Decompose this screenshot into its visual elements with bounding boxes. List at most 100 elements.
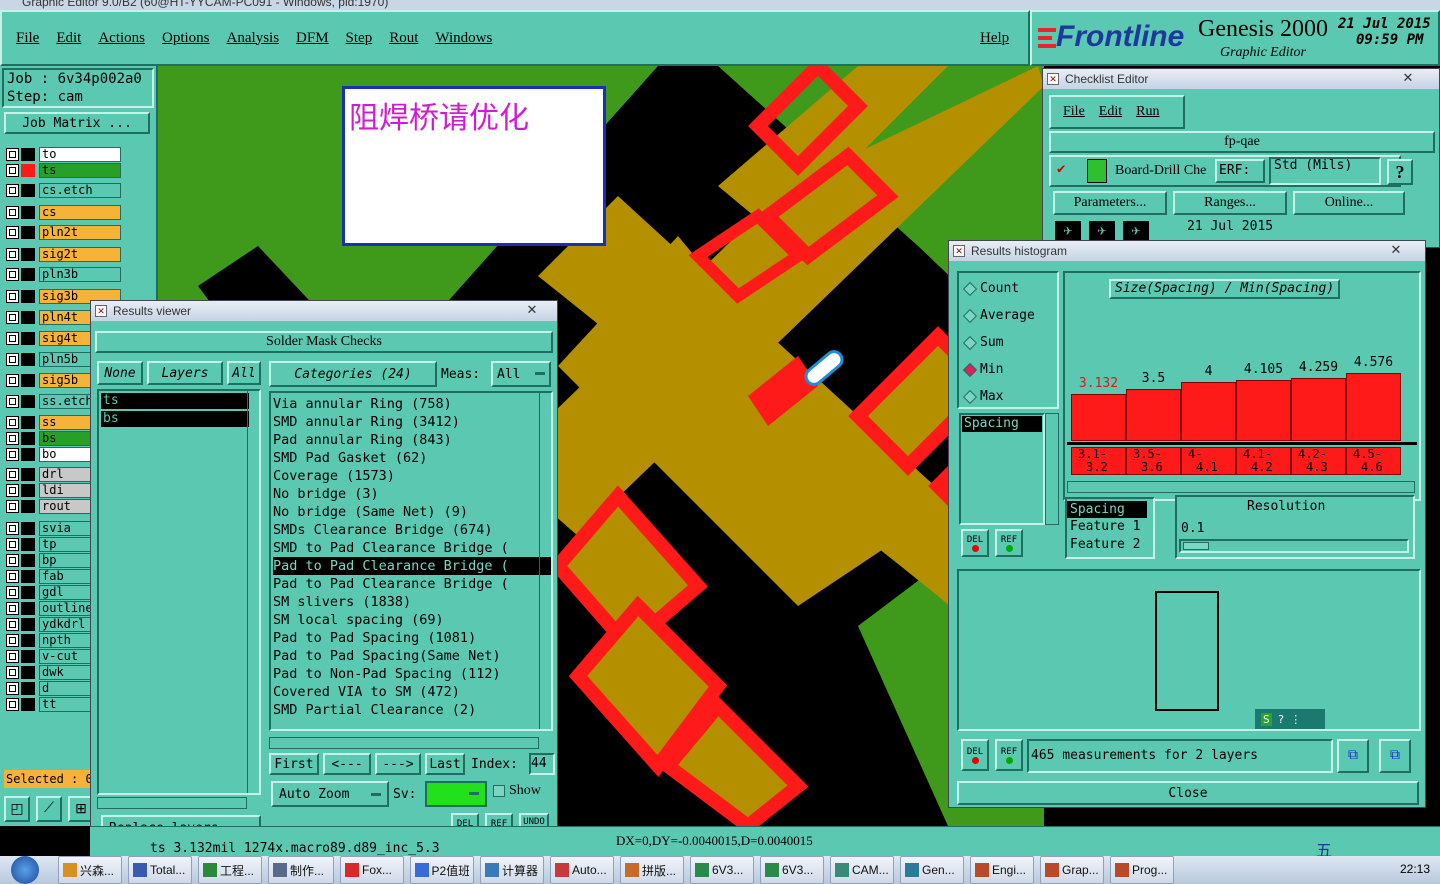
feature-list-feature2[interactable]: Feature 2: [1067, 536, 1153, 554]
status-del-button[interactable]: DEL: [961, 739, 989, 771]
ranges-button[interactable]: Ranges...: [1173, 191, 1287, 215]
category-item[interactable]: Pad to Pad Clearance Bridge (: [273, 575, 551, 593]
menu-dfm[interactable]: DFM: [296, 30, 329, 47]
layer-checkbox[interactable]: [6, 521, 19, 535]
layer-checkbox[interactable]: [6, 553, 19, 567]
layer-color-swatch[interactable]: [21, 569, 35, 583]
layer-checkbox[interactable]: [6, 205, 19, 219]
taskbar-item[interactable]: Prog...: [1110, 856, 1174, 884]
menu-rout[interactable]: Rout: [389, 30, 418, 47]
ime-help-icon[interactable]: ?: [1278, 713, 1285, 726]
layer-checkbox[interactable]: [6, 499, 19, 513]
histogram-bar[interactable]: [1181, 381, 1236, 441]
category-item[interactable]: SMDs Clearance Bridge (674): [273, 521, 551, 539]
histogram-bar[interactable]: [1126, 388, 1181, 441]
taskbar-item[interactable]: 6V3...: [760, 856, 824, 884]
layer-color-swatch[interactable]: [21, 373, 35, 387]
layer-color-swatch[interactable]: [21, 665, 35, 679]
layer-checkbox[interactable]: [6, 394, 19, 408]
menu-file[interactable]: File: [16, 30, 39, 47]
layer-color-swatch[interactable]: [21, 681, 35, 695]
layer-checkbox[interactable]: [6, 483, 19, 497]
result-layer-ts[interactable]: ts: [101, 393, 249, 409]
layer-checkbox[interactable]: [6, 352, 19, 366]
erf-button[interactable]: ERF:: [1215, 159, 1265, 183]
category-hscroll[interactable]: [269, 737, 539, 749]
online-button[interactable]: Online...: [1293, 191, 1405, 215]
layer-checkbox[interactable]: [6, 617, 19, 631]
menu-help[interactable]: Help: [980, 30, 1009, 47]
menu-actions[interactable]: Actions: [98, 30, 145, 47]
chart-hscroll[interactable]: [1067, 481, 1415, 493]
units-field[interactable]: Std (Mils): [1269, 157, 1381, 185]
menu-options[interactable]: Options: [162, 30, 210, 47]
layer-color-swatch[interactable]: [21, 205, 35, 219]
category-item[interactable]: SMD Partial Clearance (2): [273, 701, 551, 719]
layer-name[interactable]: cs: [39, 204, 121, 220]
export-right-icon[interactable]: ⧉: [1379, 739, 1411, 773]
category-item[interactable]: No bridge (Same Net) (9): [273, 503, 551, 521]
layer-checkbox[interactable]: [6, 649, 19, 663]
status-ref-button[interactable]: REF: [995, 739, 1023, 771]
index-input[interactable]: 44: [529, 753, 555, 775]
category-item[interactable]: Pad to Pad Clearance Bridge (: [273, 557, 551, 575]
layer-checkbox[interactable]: [6, 537, 19, 551]
start-button[interactable]: [0, 856, 50, 884]
layer-color-swatch[interactable]: [21, 247, 35, 261]
layer-row-to[interactable]: to: [6, 146, 121, 162]
taskbar-item[interactable]: 拼版...: [620, 856, 684, 884]
radio-average[interactable]: Average: [962, 308, 1035, 323]
layer-checkbox[interactable]: [6, 569, 19, 583]
slider-thumb[interactable]: [1183, 542, 1209, 550]
histogram-close-button[interactable]: Close: [957, 781, 1419, 805]
taskbar-item[interactable]: Engi...: [970, 856, 1034, 884]
taskbar-item[interactable]: Total...: [128, 856, 192, 884]
category-item[interactable]: Pad to Pad Spacing(Same Net): [273, 647, 551, 665]
meas-select[interactable]: All: [491, 361, 551, 387]
feature-list-spacing[interactable]: Spacing: [1067, 501, 1147, 518]
taskbar-item[interactable]: P2值班: [410, 856, 474, 884]
result-layer-bs[interactable]: bs: [101, 411, 249, 427]
ime-s-icon[interactable]: S: [1261, 712, 1272, 726]
histogram-bar[interactable]: [1236, 379, 1291, 441]
radio-count[interactable]: Count: [962, 281, 1019, 296]
layers-button[interactable]: Layers: [147, 361, 223, 385]
histogram-bar[interactable]: [1291, 377, 1346, 441]
layer-checkbox[interactable]: [6, 373, 19, 387]
layer-list-hscroll[interactable]: [97, 797, 247, 809]
category-item[interactable]: No bridge (3): [273, 485, 551, 503]
layer-color-swatch[interactable]: [21, 499, 35, 513]
next-button[interactable]: --->: [375, 753, 421, 775]
annotation-box[interactable]: 阻焊桥请优化: [342, 86, 606, 246]
layer-checkbox[interactable]: [6, 665, 19, 679]
layer-color-swatch[interactable]: [21, 447, 35, 461]
sv-color-select[interactable]: [425, 781, 487, 807]
category-list-scrollbar[interactable]: [539, 393, 551, 729]
attribute-spacing[interactable]: Spacing: [962, 416, 1042, 432]
taskbar-item[interactable]: Grap...: [1040, 856, 1104, 884]
checklist-menu-run[interactable]: Run: [1136, 104, 1159, 120]
layer-color-swatch[interactable]: [21, 633, 35, 647]
layer-checkbox[interactable]: [6, 163, 19, 177]
layer-checkbox[interactable]: [6, 225, 19, 239]
prev-button[interactable]: <---: [323, 753, 371, 775]
layer-checkbox[interactable]: [6, 267, 19, 281]
taskbar-item[interactable]: 计算器: [480, 856, 544, 884]
show-checkbox[interactable]: [493, 785, 505, 797]
resolution-slider[interactable]: [1179, 539, 1409, 553]
layer-checkbox[interactable]: [6, 447, 19, 461]
category-item[interactable]: SM slivers (1838): [273, 593, 551, 611]
layer-color-swatch[interactable]: [21, 289, 35, 303]
radio-sum[interactable]: Sum: [962, 335, 1003, 350]
category-item[interactable]: SM local spacing (69): [273, 611, 551, 629]
layer-list-scrollbar[interactable]: [247, 391, 259, 793]
layer-name[interactable]: sig2t: [39, 246, 121, 262]
layer-checkbox[interactable]: [6, 681, 19, 695]
layer-color-swatch[interactable]: [21, 537, 35, 551]
close-icon[interactable]: ✕: [1389, 70, 1427, 87]
layer-row-cs[interactable]: cs: [6, 204, 121, 220]
last-button[interactable]: Last: [425, 753, 465, 775]
category-item[interactable]: SMD annular Ring (3412): [273, 413, 551, 431]
ime-menu-icon[interactable]: ⋮: [1290, 713, 1301, 726]
category-item[interactable]: Pad to Non-Pad Spacing (112): [273, 665, 551, 683]
